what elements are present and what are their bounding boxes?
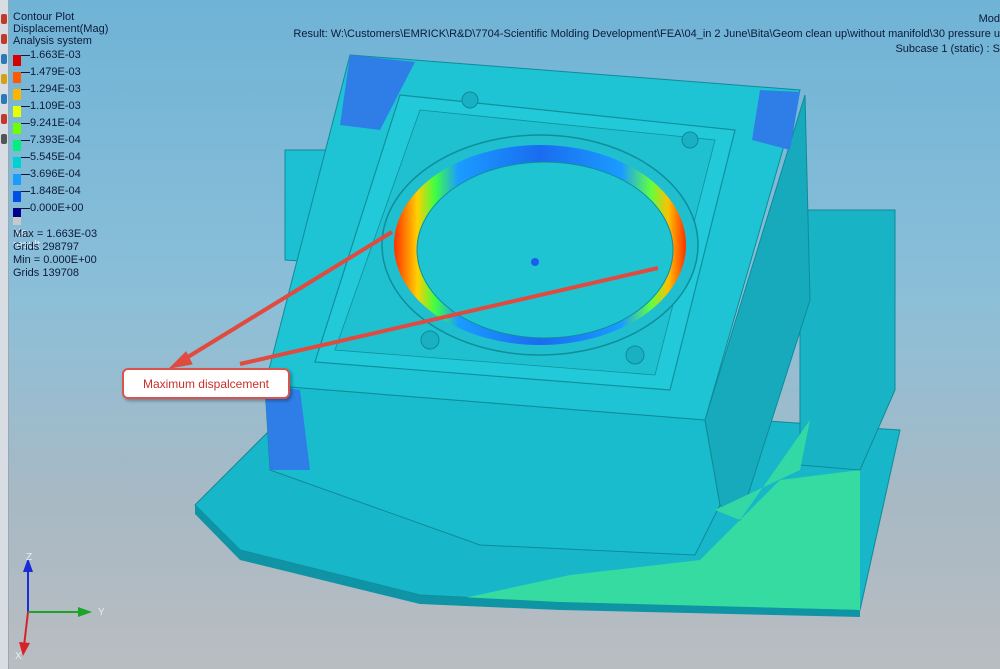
legend-color-swatch (13, 123, 21, 134)
bolt-hole (681, 131, 699, 149)
legend-tick (21, 55, 30, 56)
triad-x-label: X (15, 651, 22, 662)
fea-model-view[interactable] (0, 0, 1000, 669)
legend-color-swatch (13, 157, 21, 168)
legend-tick (21, 208, 30, 209)
legend-value-label: 1.109E-03 (30, 100, 81, 112)
legend-value-label: 3.696E-04 (30, 168, 81, 180)
legend-value-label: 9.241E-04 (30, 117, 81, 129)
legend-tick (21, 157, 30, 158)
legend-tick (21, 89, 30, 90)
legend-value-label: 7.393E-04 (30, 134, 81, 146)
legend-tick (21, 106, 30, 107)
min-grid: Grids 139708 (13, 267, 80, 279)
plot-type-label: Contour Plot (13, 11, 75, 23)
result-info: Mod Result: W:\Customers\EMRICK\R&D\7704… (293, 12, 1000, 57)
no-result-swatch (13, 217, 21, 225)
cavity-inner (416, 161, 674, 339)
plot-header: Contour Plot Displacement(Mag) Analysis … (13, 11, 108, 47)
legend-value-label: 1.848E-04 (30, 185, 81, 197)
min-max-stats: Max = 1.663E-03 Grids 298797 Min = 0.000… (13, 228, 97, 280)
legend-color-swatch (13, 191, 21, 202)
model-label: Mod (978, 13, 1000, 25)
legend-value-label: 0.000E+00 (30, 202, 84, 214)
bolt-hole (461, 91, 479, 109)
legend-color-swatch (13, 72, 21, 83)
max-value: Max = 1.663E-03 (13, 228, 98, 240)
legend-tick (21, 191, 30, 192)
legend-value-label: 1.479E-03 (30, 66, 81, 78)
bolt-hole (625, 345, 645, 365)
result-path: Result: W:\Customers\EMRICK\R&D\7704-Sci… (293, 28, 1000, 40)
legend-color-swatch (13, 174, 21, 185)
min-value: Min = 0.000E+00 (13, 254, 97, 266)
legend-value-label: 1.663E-03 (30, 49, 81, 61)
triad-y-label: Y (98, 607, 105, 618)
legend-tick (21, 72, 30, 73)
legend-value-label: 1.294E-03 (30, 83, 81, 95)
triad-z-label: Z (26, 552, 33, 563)
legend-color-swatch (13, 140, 21, 151)
bolt-hole (420, 330, 440, 350)
system-label: Analysis system (13, 35, 92, 47)
legend-value-label: 5.545E-04 (30, 151, 81, 163)
axis-triad: Z Y X (10, 550, 120, 665)
legend-tick (21, 174, 30, 175)
cavity-center-dot (531, 258, 539, 266)
annotation-callout[interactable]: Maximum dispalcement (122, 368, 290, 399)
graphics-viewport[interactable]: Contour Plot Displacement(Mag) Analysis … (0, 0, 1000, 669)
subcase-label: Subcase 1 (static) : S (895, 43, 1000, 55)
legend-color-swatch (13, 106, 21, 117)
legend-color-swatch (13, 55, 21, 66)
result-type-label: Displacement(Mag) (13, 23, 109, 35)
max-grid: Grids 298797 (13, 241, 80, 253)
legend-tick (21, 140, 30, 141)
legend-tick (21, 123, 30, 124)
legend-color-swatch (13, 89, 21, 100)
